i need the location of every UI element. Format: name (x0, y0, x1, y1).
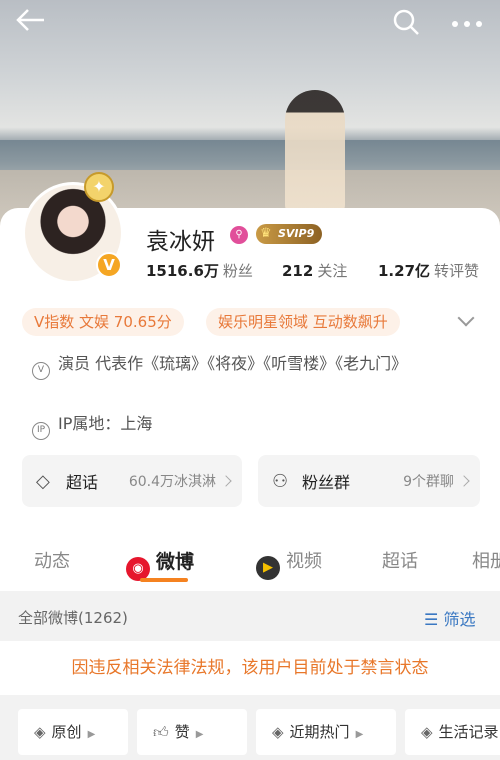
tab-video[interactable]: ▶ 视频 (256, 547, 322, 580)
tile-label: 粉丝群 (302, 473, 351, 492)
ip-icon: IP (32, 422, 50, 440)
diamond-icon: ◇ (36, 471, 50, 492)
super-topic-tile[interactable]: ◇ 超话 60.4万冰淇淋 (22, 455, 242, 507)
stat-fans[interactable]: 1516.6万 粉丝 (146, 260, 253, 281)
svip-badge[interactable]: ♛ SVIP9 (256, 224, 323, 244)
cover-person (285, 90, 345, 215)
svip-label: SVIP9 (278, 227, 315, 240)
pill-likes[interactable]: 👍︎ 赞 ▶ (137, 709, 247, 755)
profile-name: 袁冰妍 (146, 229, 215, 255)
profile-tabs: 动态 ◉ 微博 ▶ 视频 超话 相册 (0, 521, 500, 591)
stat-label: 关注 (317, 262, 348, 280)
stat-label: 转评赞 (434, 262, 480, 280)
member-icon[interactable]: ⚲ (230, 226, 248, 244)
chip-trending[interactable]: 娱乐明星领域 互动数飙升 (206, 308, 400, 336)
pill-label: 原创 (51, 723, 82, 741)
caret-icon: ▶ (195, 729, 204, 740)
tab-label: 视频 (286, 551, 322, 572)
pill-original[interactable]: ◈ 原创 ▶ (18, 709, 128, 755)
crown-icon: ♛ (260, 226, 272, 241)
fan-group-tile[interactable]: ⚇ 粉丝群 9个群聊 (258, 455, 480, 507)
more-icon[interactable] (450, 8, 484, 34)
layers-icon: ◈ (272, 723, 284, 741)
stat-interactions[interactable]: 1.27亿 转评赞 (378, 260, 479, 281)
video-icon: ▶ (256, 556, 280, 580)
works-text: 演员 代表作《琉璃》《将夜》《听雪楼》《老九门》 (58, 354, 408, 373)
filter-label: 筛选 (443, 610, 476, 629)
back-arrow-icon[interactable] (16, 8, 46, 37)
ip-location: IP IP属地：上海 (32, 412, 152, 440)
stat-following[interactable]: 212 关注 (282, 260, 347, 281)
post-filter-pills: ◈ 原创 ▶ 👍︎ 赞 ▶ ◈ 近期热门 ▶ ◈ 生活记录 (0, 695, 500, 760)
pill-trending[interactable]: ◈ 近期热门 ▶ (256, 709, 396, 755)
tile-detail: 9个群聊 (403, 474, 454, 490)
tab-weibo[interactable]: ◉ 微博 (126, 547, 194, 581)
tab-dynamics[interactable]: 动态 (34, 547, 70, 573)
tile-detail: 60.4万冰淇淋 (128, 474, 216, 490)
search-icon[interactable] (392, 8, 420, 41)
verified-shield-icon: V (32, 362, 50, 380)
pill-life[interactable]: ◈ 生活记录 (405, 709, 500, 755)
chip-v-index[interactable]: V指数 文娱 70.65分 (22, 308, 184, 336)
layers-icon: ◈ (421, 723, 433, 741)
chevron-right-icon (458, 475, 470, 487)
tab-super-topic[interactable]: 超话 (382, 547, 418, 573)
caret-icon: ▶ (355, 729, 364, 740)
filter-icon: ☰ (424, 610, 439, 629)
caret-icon: ▶ (87, 729, 96, 740)
pill-label: 赞 (174, 723, 190, 741)
filter-button[interactable]: ☰ 筛选 (424, 606, 475, 630)
chevron-right-icon (220, 475, 232, 487)
ip-text: IP属地：上海 (58, 414, 153, 433)
avatar-decoration-icon: ✦ (84, 172, 114, 202)
pill-label: 生活记录 (438, 723, 499, 741)
pill-label: 近期热门 (289, 723, 350, 741)
stat-value: 1516.6万 (146, 262, 219, 280)
stat-label: 粉丝 (222, 262, 253, 280)
ban-notice: 因违反相关法律法规，该用户目前处于禁言状态 (0, 641, 500, 695)
group-icon: ⚇ (272, 471, 289, 492)
stat-value: 1.27亿 (378, 262, 431, 280)
filter-bar: 全部微博(1262) ☰ 筛选 (0, 591, 500, 641)
works-info: V 演员 代表作《琉璃》《将夜》《听雪楼》《老九门》 (32, 352, 462, 380)
cover-sea (0, 140, 500, 170)
verified-v-icon: V (96, 252, 122, 278)
tab-album[interactable]: 相册 (472, 547, 500, 573)
thumbs-up-icon: 👍︎ (153, 723, 169, 741)
layers-icon: ◈ (34, 723, 46, 741)
active-tab-indicator (140, 578, 188, 582)
tile-label: 超话 (66, 473, 99, 492)
stat-value: 212 (282, 262, 314, 280)
all-weibo-count: 全部微博(1262) (18, 609, 128, 627)
tab-label: 微博 (156, 551, 195, 573)
